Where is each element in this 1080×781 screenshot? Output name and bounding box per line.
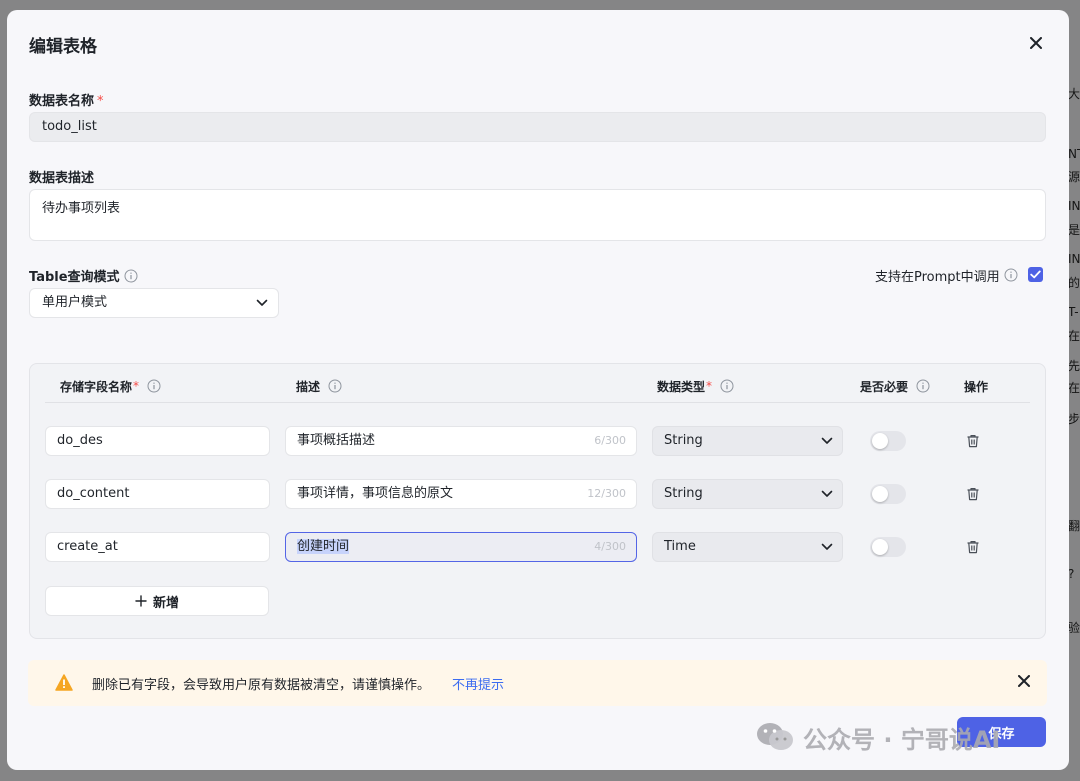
header-data-type: 数据类型 * xyxy=(657,377,734,395)
field-desc-text: 创建时间 xyxy=(297,539,350,554)
field-type-value: Time xyxy=(664,539,696,554)
chevron-down-icon xyxy=(821,437,833,444)
field-name-input[interactable]: do_des xyxy=(45,426,270,456)
field-type-select[interactable]: Time xyxy=(652,532,843,562)
field-type-value: String xyxy=(664,433,703,448)
required-star: * xyxy=(706,379,713,393)
table-name-label-text: 数据表名称 xyxy=(29,94,95,109)
char-counter: 6/300 xyxy=(594,434,626,447)
field-desc-text: 事项详情，事项信息的原文 xyxy=(297,486,454,501)
header-actions: 操作 xyxy=(964,379,989,394)
toggle-knob xyxy=(872,433,888,449)
required-star: * xyxy=(133,379,140,393)
query-mode-select[interactable]: 单用户模式 xyxy=(29,288,279,318)
info-icon[interactable] xyxy=(124,269,138,283)
plus-icon xyxy=(135,595,147,607)
field-desc-input[interactable]: 事项概括描述 6/300 xyxy=(285,426,637,456)
checkmark-icon xyxy=(1030,270,1041,279)
field-name-input[interactable]: do_content xyxy=(45,479,270,509)
char-counter: 4/300 xyxy=(594,540,626,553)
field-type-value: String xyxy=(664,486,703,501)
required-toggle[interactable] xyxy=(870,431,906,451)
header-field-name: 存储字段名称 * xyxy=(60,377,161,395)
toggle-knob xyxy=(872,486,888,502)
add-field-label: 新增 xyxy=(152,595,179,611)
field-type-select[interactable]: String xyxy=(652,479,843,509)
table-name-label: 数据表名称 * xyxy=(29,90,104,109)
prompt-support-option: 支持在Prompt中调用 xyxy=(875,266,1018,285)
wechat-icon xyxy=(757,723,793,750)
field-desc-input[interactable]: 创建时间 4/300 xyxy=(285,532,637,562)
prompt-support-checkbox[interactable] xyxy=(1028,267,1043,282)
header-description: 描述 xyxy=(296,377,342,395)
header-divider xyxy=(45,402,1030,403)
add-field-button[interactable]: 新增 xyxy=(45,586,269,616)
toggle-knob xyxy=(872,539,888,555)
field-desc-input[interactable]: 事项详情，事项信息的原文 12/300 xyxy=(285,479,637,509)
info-icon[interactable] xyxy=(1004,268,1018,282)
watermark-text: 公众号 · 宁哥说AI xyxy=(803,725,1001,754)
header-description-text: 描述 xyxy=(296,379,321,394)
warning-banner: 删除已有字段，会导致用户原有数据被清空，请谨慎操作。 不再提示 xyxy=(28,660,1047,706)
trash-icon[interactable] xyxy=(966,487,980,501)
info-icon[interactable] xyxy=(720,379,734,393)
required-star: * xyxy=(97,94,104,109)
field-desc-text: 事项概括描述 xyxy=(297,433,376,448)
dont-show-again-link[interactable]: 不再提示 xyxy=(452,674,504,693)
watermark: 公众号 · 宁哥说AI xyxy=(755,719,1000,755)
edit-table-dialog: 编辑表格 数据表名称 * todo_list 数据表描述 待办事项列表 Table… xyxy=(7,10,1069,770)
header-data-type-text: 数据类型 xyxy=(657,379,706,394)
query-mode-value: 单用户模式 xyxy=(42,295,108,310)
info-icon[interactable] xyxy=(328,379,342,393)
field-type-select[interactable]: String xyxy=(652,426,843,456)
table-desc-label: 数据表描述 xyxy=(29,171,95,186)
char-counter: 12/300 xyxy=(587,487,626,500)
chevron-down-icon xyxy=(821,490,833,497)
close-icon[interactable] xyxy=(1018,675,1030,687)
required-toggle[interactable] xyxy=(870,484,906,504)
trash-icon[interactable] xyxy=(966,434,980,448)
query-mode-label-text: Table查询模式 xyxy=(29,270,120,285)
info-icon[interactable] xyxy=(147,379,161,393)
header-field-name-text: 存储字段名称 xyxy=(60,379,133,394)
close-button[interactable] xyxy=(1025,32,1047,54)
close-icon xyxy=(1030,37,1042,49)
table-name-input[interactable]: todo_list xyxy=(29,112,1046,142)
field-name-input[interactable]: create_at xyxy=(45,532,270,562)
warning-icon xyxy=(55,674,73,691)
header-required: 是否必要 xyxy=(860,377,930,395)
chevron-down-icon xyxy=(256,299,268,306)
info-icon[interactable] xyxy=(916,379,930,393)
dialog-title: 编辑表格 xyxy=(29,37,97,57)
warning-text: 删除已有字段，会导致用户原有数据被清空，请谨慎操作。 xyxy=(92,678,431,693)
required-toggle[interactable] xyxy=(870,537,906,557)
chevron-down-icon xyxy=(821,543,833,550)
table-desc-textarea[interactable]: 待办事项列表 xyxy=(29,189,1046,241)
header-required-text: 是否必要 xyxy=(860,379,909,394)
prompt-support-label: 支持在Prompt中调用 xyxy=(875,269,1000,285)
query-mode-label: Table查询模式 xyxy=(29,266,138,285)
fields-table: 存储字段名称 * 描述 数据类型 * 是否必要 操作 do_des 事项概括描述… xyxy=(29,363,1046,639)
trash-icon[interactable] xyxy=(966,540,980,554)
